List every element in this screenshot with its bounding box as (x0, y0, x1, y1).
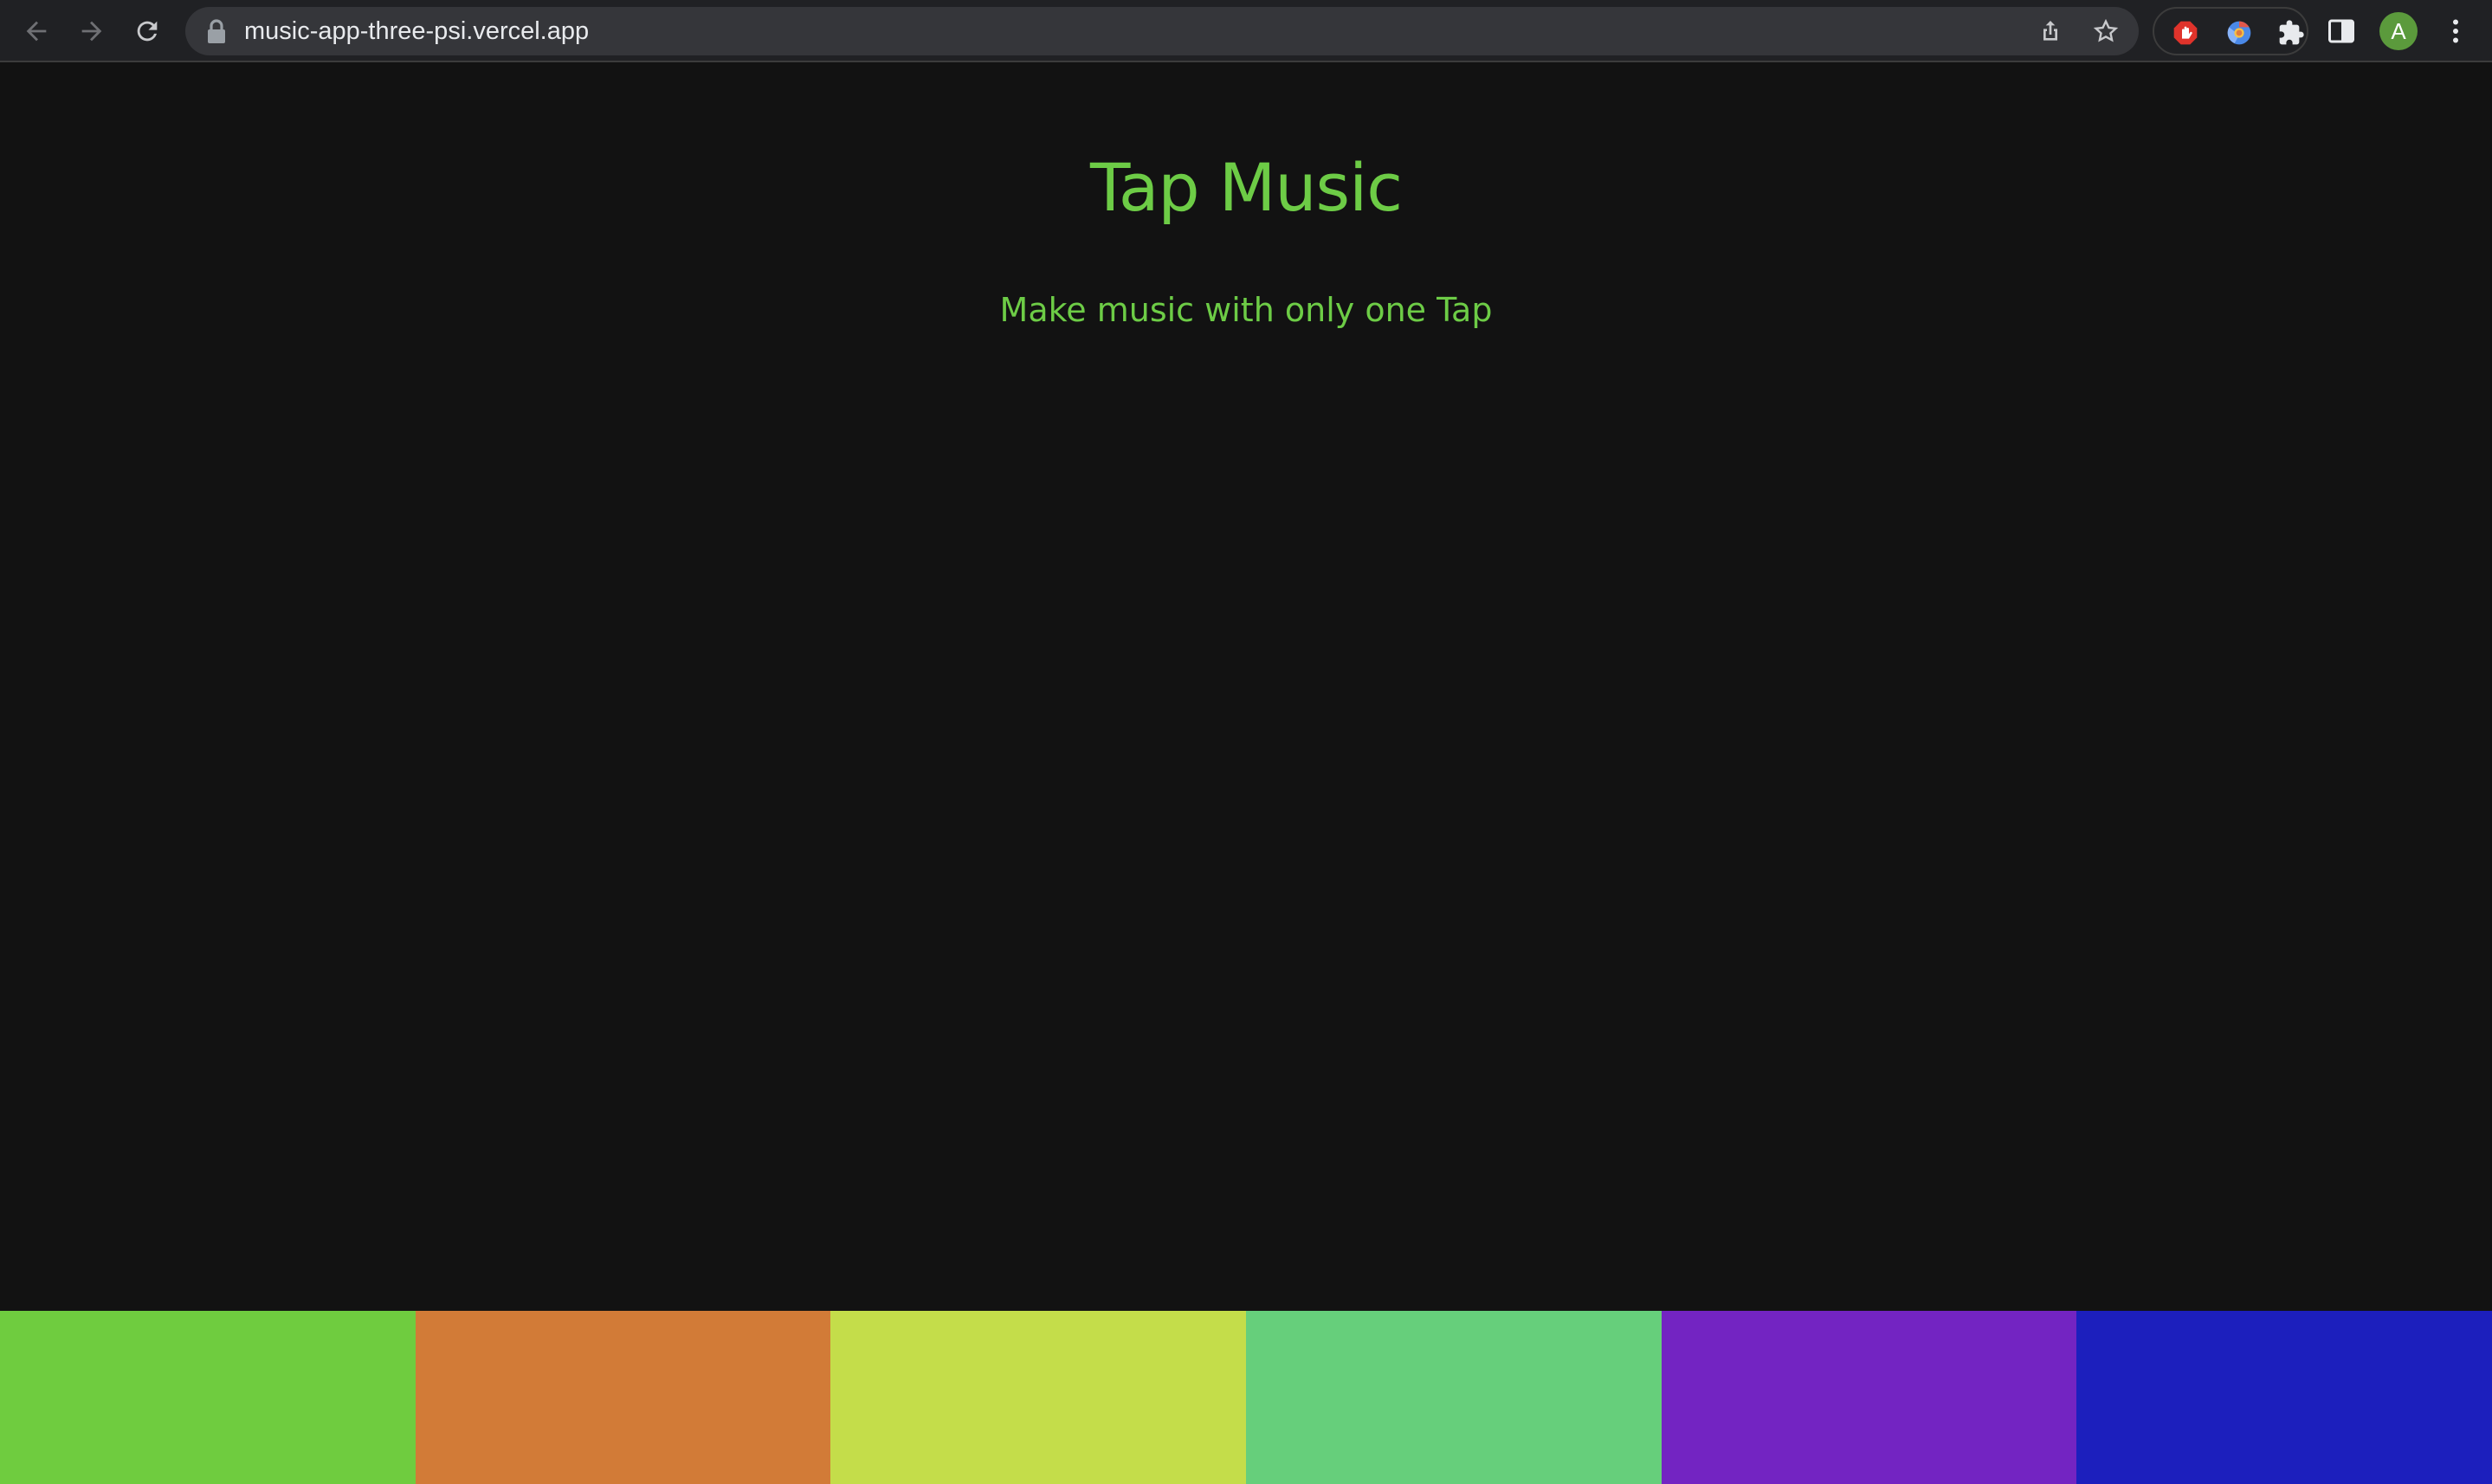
chrome-extension-icon[interactable] (2225, 19, 2253, 47)
kebab-menu-icon[interactable] (2440, 16, 2471, 47)
avatar[interactable]: A (2379, 12, 2418, 50)
sound-pad-3[interactable] (830, 1311, 1247, 1484)
extensions-group (2153, 7, 2308, 55)
sound-pad-1[interactable] (0, 1311, 416, 1484)
reload-icon[interactable] (128, 12, 166, 50)
page-title: Tap Music (1089, 149, 1403, 226)
puzzle-extensions-icon[interactable] (2277, 19, 2305, 47)
browser-toolbar: music-app-three-psi.vercel.app A (0, 0, 2492, 62)
lock-icon[interactable] (206, 19, 227, 43)
sound-pads (0, 1311, 2492, 1484)
sound-pad-5[interactable] (1661, 1311, 2077, 1484)
address-bar[interactable]: music-app-three-psi.vercel.app (185, 7, 2139, 55)
page-subtitle: Make music with only one Tap (999, 291, 1493, 329)
adblock-extension-icon[interactable] (2172, 19, 2199, 47)
bookmark-star-icon[interactable] (2092, 17, 2120, 45)
back-arrow-icon[interactable] (17, 12, 55, 50)
url-text[interactable]: music-app-three-psi.vercel.app (244, 7, 589, 55)
forward-arrow-icon[interactable] (73, 12, 111, 50)
sound-pad-4[interactable] (1246, 1311, 1662, 1484)
sound-pad-6[interactable] (2076, 1311, 2492, 1484)
page-content: Tap Music Make music with only one Tap (0, 64, 2492, 1484)
sound-pad-2[interactable] (415, 1311, 831, 1484)
share-icon[interactable] (2037, 17, 2064, 45)
side-panel-icon[interactable] (2326, 16, 2357, 47)
